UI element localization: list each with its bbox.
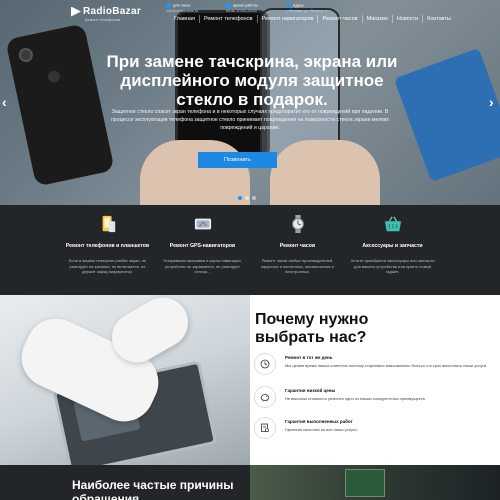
mail-icon bbox=[166, 3, 171, 8]
piggy-bank-icon bbox=[254, 386, 276, 408]
main-nav: Главная Ремонт телефонов Ремонт навигато… bbox=[170, 15, 455, 23]
contact-address: Адрес г. Москва, ул. Ленина, 1 bbox=[286, 3, 328, 13]
contact-email[interactable]: для связи info@radiobazar.ru bbox=[166, 3, 198, 14]
slider-dot-2[interactable] bbox=[245, 196, 249, 200]
hero-slider: RadioBazar ремонт телефонов для связи in… bbox=[0, 0, 500, 205]
top-header: RadioBazar ремонт телефонов для связи in… bbox=[0, 0, 500, 23]
why-item-warranty: Гарантия выполненных работ Гарантия каче… bbox=[254, 417, 494, 439]
slider-prev-arrow-icon[interactable]: ‹ bbox=[2, 94, 7, 110]
shopping-basket-icon bbox=[384, 216, 401, 232]
nav-home[interactable]: Главная bbox=[170, 15, 200, 23]
repair-photo bbox=[0, 295, 250, 465]
hero-hand-left bbox=[140, 140, 250, 205]
service-card-gps[interactable]: Ремонт GPS-навигаторов Устаревшая прошив… bbox=[155, 205, 250, 295]
logo-mark-icon bbox=[71, 6, 81, 17]
location-pin-icon bbox=[286, 3, 291, 8]
nav-news[interactable]: Новости bbox=[393, 15, 424, 23]
certificate-icon bbox=[254, 417, 276, 439]
nav-contacts[interactable]: Контакты bbox=[423, 15, 455, 23]
slider-dot-1[interactable] bbox=[238, 196, 242, 200]
why-item-same-day: Ремонт в тот же день Мы ценим время наши… bbox=[254, 353, 494, 375]
slider-dot-3[interactable] bbox=[252, 196, 256, 200]
nav-shop[interactable]: Магазин bbox=[363, 15, 393, 23]
phone-tablet-icon bbox=[102, 215, 115, 233]
circuit-board-shape bbox=[345, 469, 385, 497]
gps-navigator-icon bbox=[194, 218, 211, 230]
services-section: Ремонт телефонов и планшетов Если в ваше… bbox=[0, 205, 500, 295]
service-card-accessories[interactable]: Аксессуары и запчасти Хотите приобрести … bbox=[345, 205, 440, 295]
nav-phone-repair[interactable]: Ремонт телефонов bbox=[200, 15, 258, 23]
watch-icon bbox=[291, 215, 304, 233]
contact-hours: время работы пн-вс 10:00-20:00 bbox=[226, 3, 258, 13]
why-item-low-price: Гарантия низкой цены Не высокая стоимост… bbox=[254, 386, 494, 408]
service-card-watches[interactable]: Ремонт часов Ремонт часов любых производ… bbox=[250, 205, 345, 295]
faq-section: Наиболее частые причины обращения bbox=[0, 465, 500, 500]
service-card-phones[interactable]: Ремонт телефонов и планшетов Если в ваше… bbox=[60, 205, 155, 295]
call-button[interactable]: Позвонить bbox=[198, 152, 277, 168]
logo-text: RadioBazar bbox=[83, 6, 142, 17]
slider-dots bbox=[238, 196, 256, 200]
clock-small-icon bbox=[226, 3, 231, 8]
hero-description: Защитное стекло спасет экран телефона и … bbox=[111, 109, 389, 131]
hero-hand-right bbox=[270, 140, 380, 205]
nav-navigator-repair[interactable]: Ремонт навигаторов bbox=[258, 15, 319, 23]
logo-subtitle: ремонт телефонов bbox=[85, 17, 121, 22]
faq-title: Наиболее частые причины обращения bbox=[72, 478, 234, 500]
logo[interactable]: RadioBazar bbox=[71, 6, 141, 17]
hero-title: При замене тачскрина, экрана или дисплей… bbox=[106, 52, 398, 109]
nav-watch-repair[interactable]: Ремонт часов bbox=[318, 15, 363, 23]
why-us-section: Почему нужно выбрать нас? Ремонт в тот ж… bbox=[0, 295, 500, 465]
slider-next-arrow-icon[interactable]: › bbox=[489, 94, 494, 110]
clock-icon bbox=[254, 353, 276, 375]
why-us-title: Почему нужно выбрать нас? bbox=[255, 311, 369, 346]
